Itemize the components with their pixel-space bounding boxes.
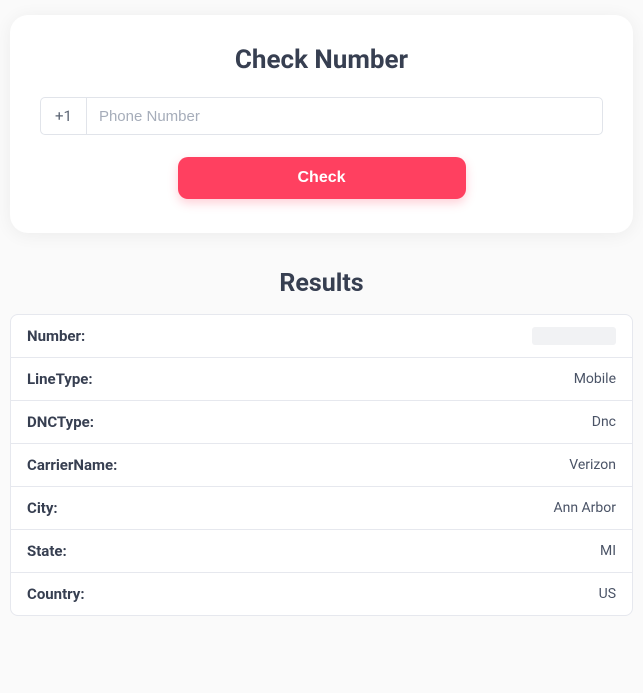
form-title: Check Number bbox=[40, 45, 603, 75]
phone-input-group: +1 bbox=[40, 97, 603, 135]
result-row-linetype: LineType: Mobile bbox=[11, 358, 632, 401]
result-value: Mobile bbox=[574, 371, 616, 387]
results-title: Results bbox=[10, 269, 633, 298]
country-prefix: +1 bbox=[40, 97, 86, 135]
result-value: Verizon bbox=[569, 457, 616, 473]
result-value: Ann Arbor bbox=[553, 500, 616, 516]
result-value: MI bbox=[600, 543, 616, 559]
result-row-number: Number: bbox=[11, 315, 632, 358]
check-button[interactable]: Check bbox=[178, 157, 466, 199]
check-number-card: Check Number +1 Check bbox=[10, 15, 633, 233]
result-label: LineType: bbox=[27, 370, 93, 388]
result-label: Country: bbox=[27, 585, 85, 603]
result-value: Dnc bbox=[592, 414, 616, 430]
result-label: CarrierName: bbox=[27, 456, 117, 474]
button-row: Check bbox=[40, 157, 603, 199]
result-value-redacted bbox=[532, 327, 616, 345]
result-label: DNCType: bbox=[27, 413, 94, 431]
result-row-carriername: CarrierName: Verizon bbox=[11, 444, 632, 487]
result-label: State: bbox=[27, 542, 67, 560]
result-row-country: Country: US bbox=[11, 573, 632, 615]
result-value: US bbox=[599, 586, 616, 602]
result-row-city: City: Ann Arbor bbox=[11, 487, 632, 530]
result-row-state: State: MI bbox=[11, 530, 632, 573]
phone-input[interactable] bbox=[86, 97, 603, 135]
result-label: Number: bbox=[27, 327, 85, 345]
results-table: Number: LineType: Mobile DNCType: Dnc Ca… bbox=[10, 314, 633, 616]
result-row-dnctype: DNCType: Dnc bbox=[11, 401, 632, 444]
result-label: City: bbox=[27, 499, 58, 517]
